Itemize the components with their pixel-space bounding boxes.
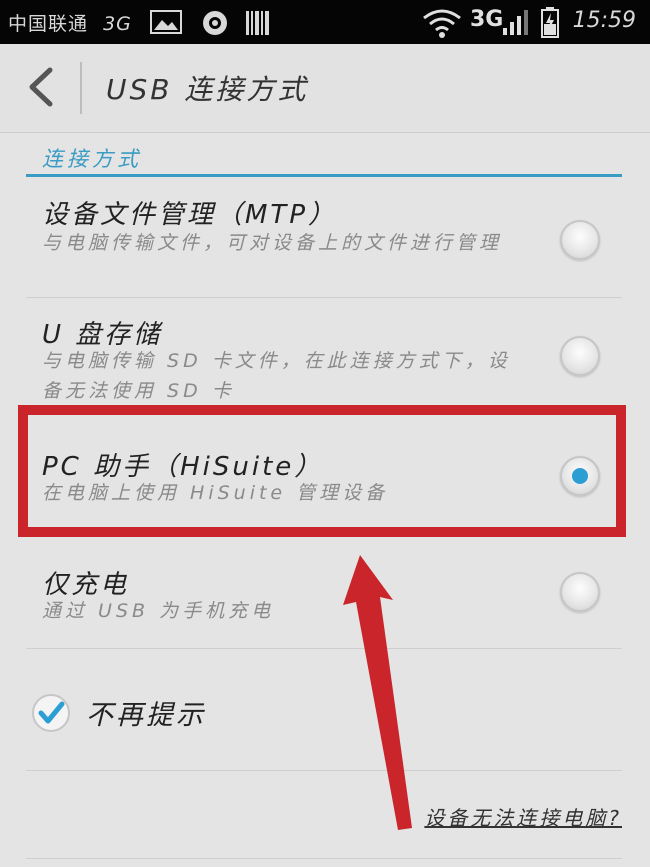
footer-divider: [26, 858, 622, 859]
radio-button[interactable]: [560, 220, 600, 260]
cannot-connect-link[interactable]: 设备无法连接电脑?: [424, 802, 622, 831]
status-carrier-group: 中国联通 3G: [8, 9, 132, 36]
wifi-icon: [423, 9, 461, 38]
app-header: USB 连接方式: [0, 44, 650, 133]
header-divider: [80, 62, 82, 114]
barcode-notification-icon: [246, 11, 269, 35]
back-chevron-icon[interactable]: [18, 62, 68, 112]
option-description: 与电脑传输文件，可对设备上的文件进行管理: [42, 232, 503, 254]
remind-checkbox[interactable]: [30, 692, 72, 734]
option-description: 通过 USB 为手机充电: [42, 600, 275, 622]
annotation-highlight-box: [18, 405, 626, 537]
option-mtp[interactable]: 设备文件管理（MTP） 与电脑传输文件，可对设备上的文件进行管理: [26, 178, 622, 298]
radio-button[interactable]: [560, 336, 600, 376]
option-charge-only[interactable]: 仅充电 通过 USB 为手机充电: [26, 548, 622, 649]
radio-button[interactable]: [560, 572, 600, 612]
network-type-left: 3G: [103, 13, 132, 35]
section-title: 连接方式: [42, 147, 142, 171]
page-title: USB 连接方式: [106, 73, 309, 106]
status-bar: 中国联通 3G 3G 15:59: [0, 0, 650, 44]
status-time: 15:59: [572, 8, 636, 33]
network-type-right: 3G: [470, 7, 504, 32]
option-title: 设备文件管理（MTP）: [42, 200, 337, 230]
bottom-divider: [26, 770, 622, 771]
battery-charging-icon: [541, 7, 559, 38]
image-notification-icon: [150, 10, 182, 34]
carrier-name: 中国联通: [8, 13, 89, 35]
app-notification-icon: [203, 11, 227, 35]
section-divider: [26, 174, 622, 177]
signal-strength-icon: [503, 10, 528, 35]
option-usb-storage[interactable]: U 盘存储 与电脑传输 SD 卡文件，在此连接方式下，设备无法使用 SD 卡: [26, 298, 622, 408]
option-divider: [26, 648, 622, 649]
remind-label[interactable]: 不再提示: [86, 693, 206, 732]
option-description: 与电脑传输 SD 卡文件，在此连接方式下，设备无法使用 SD 卡: [42, 350, 511, 402]
